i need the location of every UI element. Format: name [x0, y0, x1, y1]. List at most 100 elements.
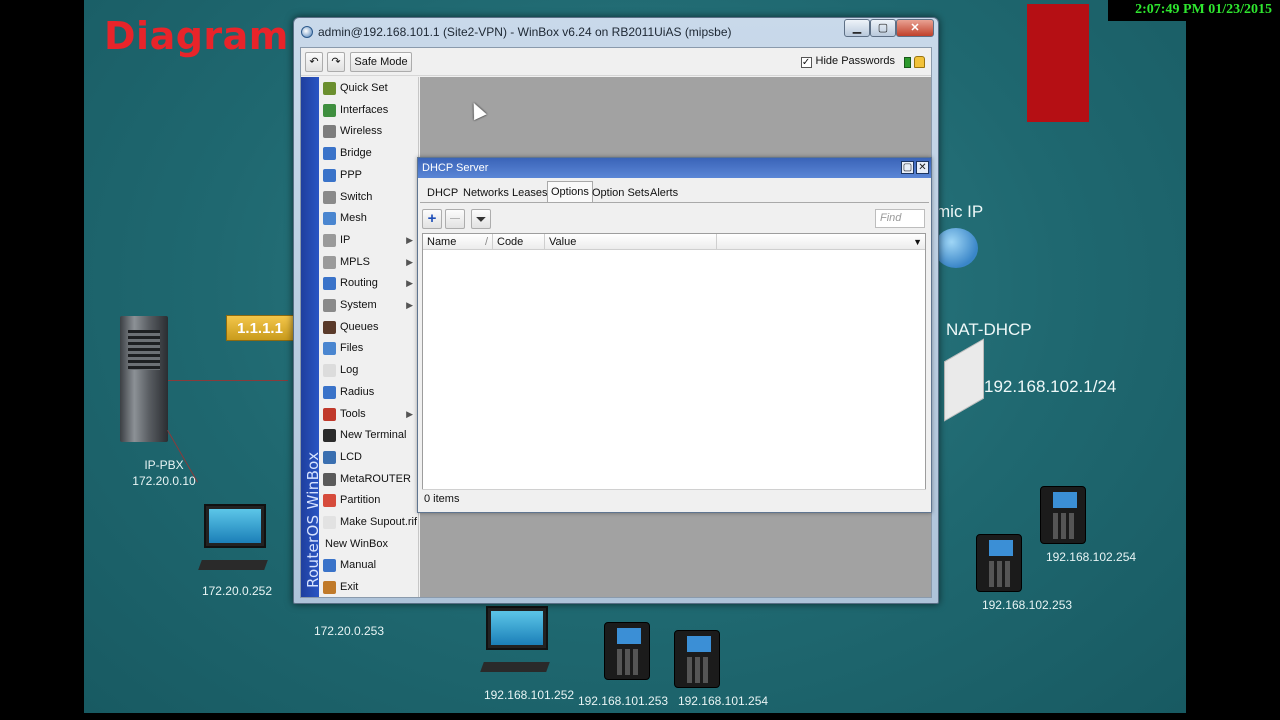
ppp-icon: [323, 168, 336, 182]
menu-item-label: Bridge: [340, 147, 372, 160]
routeros-winbox-sidebar: RouterOS WinBox: [301, 77, 322, 597]
find-input[interactable]: Find: [875, 209, 925, 228]
menu-item-label: MPLS: [340, 255, 370, 268]
menu-item-switch[interactable]: Switch: [319, 187, 419, 208]
nat-dhcp-label: NAT-DHCP: [946, 320, 1032, 339]
column-menu-icon[interactable]: ▼: [913, 234, 922, 250]
metarouter-icon: [323, 472, 336, 486]
menu-item-system[interactable]: System ▶: [319, 295, 419, 316]
winbox-window-title: admin@192.168.101.1 (Site2-VPN) - WinBox…: [318, 25, 732, 39]
dhcp-maximize-button[interactable]: ▢: [901, 161, 914, 174]
menu-item-lcd[interactable]: LCD: [319, 447, 419, 468]
phone2-ip-label: 192.168.101.254: [677, 694, 769, 708]
dynamic-ip-label: mic IP: [936, 202, 984, 221]
dhcp-window-title: DHCP Server: [422, 162, 489, 174]
menu-item-label: Switch: [340, 190, 373, 203]
tab-dhcp[interactable]: DHCP: [423, 182, 462, 202]
menu-item-label: Interfaces: [340, 103, 389, 116]
menu-item-files[interactable]: Files: [319, 338, 419, 359]
filter-button[interactable]: ⏷: [471, 209, 491, 229]
hide-passwords-toggle[interactable]: ✓ Hide Passwords: [800, 55, 895, 68]
tab-alerts[interactable]: Alerts: [646, 182, 682, 202]
quick-set-icon: [323, 82, 336, 95]
phone1-ip-label: 192.168.101.253: [577, 694, 669, 708]
menu-item-label: MetaROUTER: [340, 472, 411, 485]
nat-device-image: [944, 338, 984, 422]
menu-item-mesh[interactable]: Mesh: [319, 208, 419, 229]
menu-item-metarouter[interactable]: MetaROUTER: [319, 469, 419, 490]
menu-item-new-terminal[interactable]: New Terminal: [319, 425, 419, 446]
menu-item-label: Log: [340, 364, 359, 377]
pc2-ip-label: 172.20.0.253: [313, 624, 385, 638]
routing-icon: [323, 277, 336, 291]
undo-button[interactable]: ↶: [305, 52, 323, 72]
winbox-titlebar[interactable]: admin@192.168.101.1 (Site2-VPN) - WinBox…: [294, 18, 938, 46]
ip-phone-101-253: [604, 622, 650, 680]
safe-mode-button[interactable]: Safe Mode: [350, 52, 412, 72]
menu-item-label: Queues: [340, 320, 379, 333]
wireless-icon: [323, 125, 336, 139]
dhcp-close-button[interactable]: ✕: [916, 161, 929, 174]
menu-item-quick-set[interactable]: Quick Set: [319, 78, 419, 99]
column-header-code[interactable]: Code: [493, 234, 545, 250]
network-wire: [168, 380, 288, 381]
menu-item-exit[interactable]: Exit: [319, 577, 419, 598]
menu-item-ip[interactable]: IP ▶: [319, 230, 419, 251]
pbx-server-image: [120, 316, 168, 442]
system-icon: [323, 299, 336, 312]
menu-item-tools[interactable]: Tools ▶: [319, 404, 419, 425]
menu-item-routing[interactable]: Routing ▶: [319, 273, 419, 294]
close-button[interactable]: ✕: [896, 19, 934, 37]
tab-networks[interactable]: Networks: [459, 182, 513, 202]
redo-button[interactable]: ↷: [327, 52, 345, 72]
mpls-icon: [323, 255, 336, 269]
menu-item-manual[interactable]: Manual: [319, 555, 419, 576]
submenu-arrow-icon: ▶: [406, 408, 413, 419]
menu-item-interfaces[interactable]: Interfaces: [319, 100, 419, 121]
menu-item-queues[interactable]: Queues: [319, 317, 419, 338]
dhcp-server-window[interactable]: DHCP Server ▢ ✕ DHCP Networks Leases Opt…: [417, 157, 932, 513]
maximize-button[interactable]: ▢: [870, 19, 896, 37]
submenu-arrow-icon: ▶: [406, 278, 413, 289]
add-button[interactable]: +: [422, 209, 442, 229]
menu-item-bridge[interactable]: Bridge: [319, 143, 419, 164]
minimize-button[interactable]: ▁: [844, 19, 870, 37]
lcd-icon: [323, 450, 336, 464]
hide-passwords-label: Hide Passwords: [815, 55, 895, 67]
tab-options[interactable]: Options: [547, 181, 593, 203]
menu-item-log[interactable]: Log: [319, 360, 419, 381]
manual-icon: [323, 559, 336, 573]
ip-icon: [323, 233, 336, 247]
tab-divider: [420, 202, 929, 203]
interfaces-icon: [323, 103, 336, 117]
remove-button[interactable]: —: [445, 209, 465, 229]
winbox-app-icon: [301, 26, 313, 38]
menu-item-wireless[interactable]: Wireless: [319, 121, 419, 142]
supout-icon: [323, 516, 336, 529]
tab-leases[interactable]: Leases: [508, 182, 551, 202]
menu-item-new-winbox[interactable]: New WinBox: [319, 534, 419, 555]
menu-item-mpls[interactable]: MPLS ▶: [319, 252, 419, 273]
hide-passwords-checkbox[interactable]: ✓: [800, 57, 812, 68]
menu-item-label: Files: [340, 342, 364, 355]
menu-item-ppp[interactable]: PPP: [319, 165, 419, 186]
column-header-value[interactable]: Value: [545, 234, 717, 250]
menu-item-label: Manual: [340, 559, 377, 572]
column-name-label: Name: [427, 236, 457, 248]
menu-item-partition[interactable]: Partition: [319, 490, 419, 511]
submenu-arrow-icon: ▶: [406, 256, 413, 267]
lock-icon: [914, 56, 925, 68]
menu-item-radius[interactable]: Radius: [319, 382, 419, 403]
menu-item-label: IP: [340, 233, 351, 246]
dhcp-window-titlebar[interactable]: DHCP Server ▢ ✕: [418, 158, 931, 178]
column-header-name[interactable]: Name /: [423, 234, 493, 250]
menu-item-make-supout-rif[interactable]: Make Supout.rif: [319, 512, 419, 533]
ip-phone-102-253: [976, 534, 1022, 592]
winbox-toolbar: ↶ ↷ Safe Mode ✓ Hide Passwords: [301, 48, 931, 76]
router-icon: [934, 228, 978, 268]
tab-option-sets[interactable]: Option Sets: [588, 182, 653, 202]
recording-clock: 2:07:49 PM 01/23/2015: [1108, 0, 1280, 21]
menu-item-label: Tools: [340, 407, 366, 420]
menu-item-label: New Terminal: [340, 429, 407, 442]
menu-item-label: Exit: [340, 581, 359, 594]
